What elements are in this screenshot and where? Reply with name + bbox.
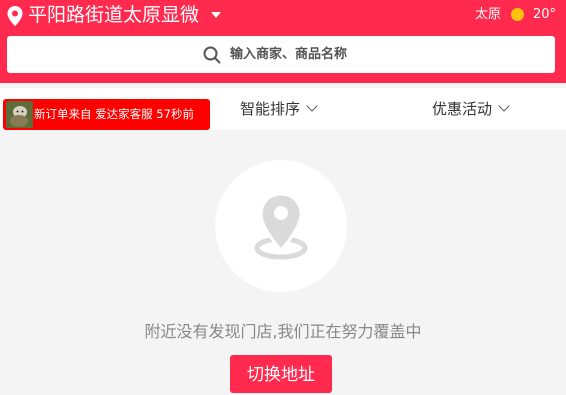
sort-dropdown[interactable]: 智能排序 (240, 99, 318, 119)
caret-down-icon[interactable] (211, 12, 221, 18)
chevron-down-icon (498, 100, 510, 112)
location-text[interactable]: 平阳路街道太原显微 (28, 3, 204, 27)
chevron-down-icon (306, 100, 318, 112)
sort-label[interactable]: 智能排序 (240, 100, 300, 118)
weather-city: 太原 (475, 7, 502, 22)
order-notice-banner: 新订单来自 爱达家客服 57秒前 (3, 99, 210, 130)
weather-temperature: 20° (533, 7, 557, 22)
search-placeholder[interactable]: 输入商家、商品名称 (230, 46, 347, 64)
empty-state-message: 附近没有发现门店,我们正在努力覆盖中 (144, 322, 422, 341)
switch-address-button[interactable]: 切换地址 (230, 355, 332, 393)
search-bar[interactable]: 输入商家、商品名称 (7, 36, 555, 73)
top-header: 平阳路街道太原显微 太原 20° 输入商家、商品名称 (0, 0, 566, 83)
location-pin-icon (7, 6, 23, 26)
promo-label[interactable]: 优惠活动 (432, 100, 492, 118)
sun-icon (511, 8, 524, 21)
notice-text: 新订单来自 爱达家客服 57秒前 (34, 107, 194, 121)
promo-dropdown[interactable]: 优惠活动 (432, 99, 510, 119)
location-marker-icon (254, 192, 308, 260)
search-icon (203, 46, 221, 64)
avatar (6, 101, 33, 128)
empty-state-illustration (215, 160, 347, 292)
